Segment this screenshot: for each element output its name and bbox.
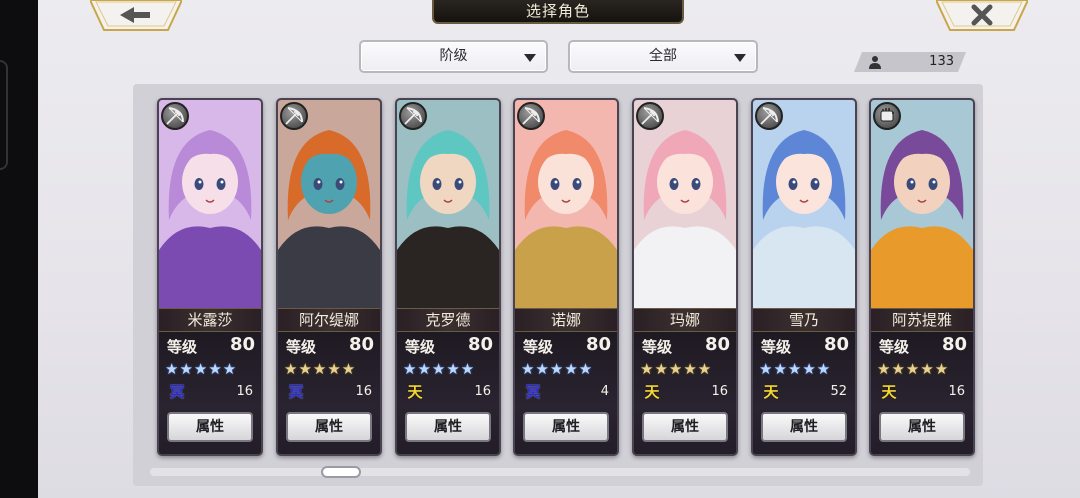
character-card[interactable]: 玛娜 等级 80 ★★★★★ 天 16 属性 [632, 98, 738, 456]
level-value: 80 [467, 334, 493, 355]
attributes-button[interactable]: 属性 [879, 412, 965, 442]
star-rating: ★★★★★ [165, 360, 238, 378]
rank-filter-label: 阶级 [439, 48, 468, 64]
attributes-button[interactable]: 属性 [286, 412, 372, 442]
level-label: 等级 [405, 338, 436, 356]
close-icon [936, 0, 1028, 31]
element-badge-icon: 冥 [288, 383, 304, 401]
attributes-button[interactable]: 属性 [761, 412, 847, 442]
character-card[interactable]: 克罗德 等级 80 ★★★★★ 天 16 属性 [395, 98, 501, 456]
attributes-button[interactable]: 属性 [642, 412, 728, 442]
character-portrait [515, 100, 617, 308]
character-info: 等级 80 ★★★★★ 天 16 属性 [397, 332, 499, 454]
star-rating: ★★★★★ [640, 360, 713, 378]
attributes-button[interactable]: 属性 [167, 412, 253, 442]
character-name: 雪乃 [753, 308, 855, 332]
character-info: 等级 80 ★★★★★ 天 52 属性 [753, 332, 855, 454]
star-rating: ★★★★★ [877, 360, 950, 378]
level-label: 等级 [286, 338, 317, 356]
character-info: 等级 80 ★★★★★ 冥 4 属性 [515, 332, 617, 454]
page-title: 选择角色 [432, 0, 684, 24]
character-name: 阿尔缇娜 [278, 308, 380, 332]
bow-icon [636, 102, 664, 130]
character-card[interactable]: 阿尔缇娜 等级 80 ★★★★★ 冥 16 属性 [276, 98, 382, 456]
scrollbar-thumb[interactable] [321, 466, 361, 478]
horizontal-scrollbar[interactable] [150, 468, 970, 476]
character-portrait [871, 100, 973, 308]
category-filter-label: 全部 [649, 48, 677, 64]
level-value: 80 [348, 334, 374, 355]
device-notch [0, 60, 8, 170]
star-rating: ★★★★★ [521, 360, 594, 378]
character-card[interactable]: 诺娜 等级 80 ★★★★★ 冥 4 属性 [513, 98, 619, 456]
level-label: 等级 [523, 338, 554, 356]
attributes-button[interactable]: 属性 [405, 412, 491, 442]
element-badge-icon: 冥 [169, 383, 185, 401]
character-count-value: 4 [600, 384, 609, 399]
character-count-value: 16 [474, 384, 491, 399]
character-portrait [753, 100, 855, 308]
level-label: 等级 [167, 338, 198, 356]
bow-icon [399, 102, 427, 130]
level-label: 等级 [879, 338, 910, 356]
fist-icon [873, 102, 901, 130]
screen-edge [0, 0, 38, 498]
character-card[interactable]: 阿苏提雅 等级 80 ★★★★★ 天 16 属性 [869, 98, 975, 456]
back-button[interactable] [90, 0, 182, 32]
star-rating: ★★★★★ [759, 360, 832, 378]
level-value: 80 [941, 334, 967, 355]
bow-icon [280, 102, 308, 130]
element-badge-icon: 天 [763, 383, 779, 401]
character-portrait [278, 100, 380, 308]
character-portrait [159, 100, 261, 308]
bow-icon [161, 102, 189, 130]
character-info: 等级 80 ★★★★★ 冥 16 属性 [159, 332, 261, 454]
roster-count-value: 133 [929, 54, 954, 69]
character-name: 阿苏提雅 [871, 308, 973, 332]
chevron-down-icon [524, 54, 536, 62]
star-rating: ★★★★★ [284, 360, 357, 378]
character-info: 等级 80 ★★★★★ 天 16 属性 [871, 332, 973, 454]
close-button[interactable] [936, 0, 1028, 32]
character-info: 等级 80 ★★★★★ 天 16 属性 [634, 332, 736, 454]
character-name: 米露莎 [159, 308, 261, 332]
rank-filter-dropdown[interactable]: 阶级 [359, 40, 548, 73]
person-icon [868, 55, 882, 69]
element-badge-icon: 天 [407, 383, 423, 401]
level-label: 等级 [761, 338, 792, 356]
level-value: 80 [229, 334, 255, 355]
character-portrait [634, 100, 736, 308]
element-badge-icon: 天 [644, 383, 660, 401]
character-card[interactable]: 米露莎 等级 80 ★★★★★ 冥 16 属性 [157, 98, 263, 456]
character-name: 克罗德 [397, 308, 499, 332]
attributes-button[interactable]: 属性 [523, 412, 609, 442]
character-count-value: 16 [236, 384, 253, 399]
character-name: 诺娜 [515, 308, 617, 332]
category-filter-dropdown[interactable]: 全部 [568, 40, 758, 73]
character-count-value: 16 [948, 384, 965, 399]
character-count-value: 16 [355, 384, 372, 399]
star-rating: ★★★★★ [403, 360, 476, 378]
level-value: 80 [704, 334, 730, 355]
character-info: 等级 80 ★★★★★ 冥 16 属性 [278, 332, 380, 454]
character-count-value: 52 [830, 384, 847, 399]
level-value: 80 [823, 334, 849, 355]
level-value: 80 [585, 334, 611, 355]
level-label: 等级 [642, 338, 673, 356]
element-badge-icon: 冥 [525, 383, 541, 401]
bow-icon [517, 102, 545, 130]
character-card[interactable]: 雪乃 等级 80 ★★★★★ 天 52 属性 [751, 98, 857, 456]
character-name: 玛娜 [634, 308, 736, 332]
chevron-down-icon [734, 54, 746, 62]
element-badge-icon: 天 [881, 383, 897, 401]
character-count-value: 16 [711, 384, 728, 399]
roster-count-badge: 133 [854, 52, 966, 72]
character-portrait [397, 100, 499, 308]
back-arrow-icon [90, 0, 182, 31]
bow-icon [755, 102, 783, 130]
